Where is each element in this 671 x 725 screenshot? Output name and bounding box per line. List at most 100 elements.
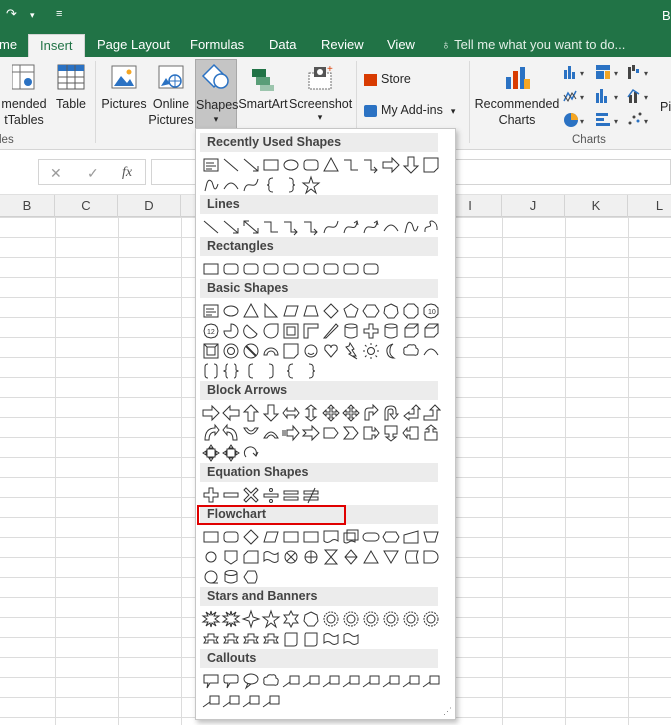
shape-leftbrace-icon[interactable] bbox=[281, 361, 301, 381]
shape-arrowline-icon[interactable] bbox=[241, 155, 261, 175]
shape-callline-icon[interactable] bbox=[401, 671, 421, 691]
shape-teardrop-icon[interactable] bbox=[261, 321, 281, 341]
shape-calloutR-icon[interactable] bbox=[361, 423, 381, 443]
shape-arcshape-icon[interactable] bbox=[421, 341, 441, 361]
shape-heart-icon[interactable] bbox=[321, 341, 341, 361]
shape-line-icon[interactable] bbox=[221, 155, 241, 175]
shape-elbowarrow-icon[interactable] bbox=[301, 217, 321, 237]
shape-notched-icon[interactable] bbox=[301, 423, 321, 443]
statistic-chart-icon[interactable]: ▾ bbox=[595, 87, 625, 108]
shape-diamond-icon[interactable] bbox=[241, 527, 261, 547]
shape-folded-icon[interactable] bbox=[281, 341, 301, 361]
shape-rrect-icon[interactable] bbox=[301, 259, 321, 279]
shape-striped-icon[interactable] bbox=[281, 423, 301, 443]
shape-scroll-icon[interactable] bbox=[301, 629, 321, 649]
shape-chev-icon[interactable] bbox=[341, 423, 361, 443]
tab-home[interactable]: me bbox=[0, 32, 17, 57]
shape-scroll-icon[interactable] bbox=[281, 629, 301, 649]
tab-insert[interactable]: Insert bbox=[28, 34, 85, 57]
shape-hept-icon[interactable] bbox=[381, 301, 401, 321]
shape-ribbon-icon[interactable] bbox=[221, 629, 241, 649]
column-header-d[interactable]: D bbox=[118, 195, 181, 217]
shape-donut-icon[interactable] bbox=[221, 341, 241, 361]
shape-leftup-icon[interactable] bbox=[401, 403, 421, 423]
shape-pent-icon[interactable] bbox=[341, 301, 361, 321]
shape-folded-icon[interactable] bbox=[421, 155, 441, 175]
shape-offpage-icon[interactable] bbox=[221, 547, 241, 567]
shape-calloval-icon[interactable] bbox=[241, 671, 261, 691]
shape-merge-icon[interactable] bbox=[381, 547, 401, 567]
shape-callround-icon[interactable] bbox=[221, 671, 241, 691]
tab-view[interactable]: View bbox=[387, 32, 415, 57]
shape-seal-icon[interactable] bbox=[381, 609, 401, 629]
shape-arrowD-icon[interactable] bbox=[401, 155, 421, 175]
shape-decagon-icon[interactable]: 10 bbox=[421, 301, 441, 321]
shape-cloud-icon[interactable] bbox=[261, 671, 281, 691]
shape-blockarc-icon[interactable] bbox=[261, 341, 281, 361]
shape-curve-icon[interactable] bbox=[321, 217, 341, 237]
shape-freeform-icon[interactable] bbox=[201, 175, 221, 195]
shape-curvedR-icon[interactable] bbox=[201, 423, 221, 443]
shape-minus-icon[interactable] bbox=[221, 485, 241, 505]
shape-rrect-icon[interactable] bbox=[221, 527, 241, 547]
shape-callline-icon[interactable] bbox=[221, 691, 241, 711]
column-header-b[interactable]: B bbox=[0, 195, 55, 217]
shape-para-icon[interactable] bbox=[281, 301, 301, 321]
shape-seal-icon[interactable] bbox=[421, 609, 441, 629]
shape-curvearrow-icon[interactable] bbox=[341, 217, 361, 237]
shape-ribbon-icon[interactable] bbox=[261, 629, 281, 649]
insert-function-button[interactable]: fx bbox=[122, 165, 132, 181]
shape-curve-icon[interactable] bbox=[241, 175, 261, 195]
shape-hept-icon[interactable] bbox=[301, 609, 321, 629]
recommended-pivottables-button[interactable]: mended tTables bbox=[0, 63, 52, 128]
my-addins-button[interactable]: My Add-ins ▾ bbox=[364, 102, 464, 119]
redo-dropdown-icon[interactable]: ▾ bbox=[30, 10, 35, 21]
shape-seal-icon[interactable] bbox=[401, 609, 421, 629]
shape-div-icon[interactable] bbox=[261, 485, 281, 505]
shape-callline-icon[interactable] bbox=[321, 671, 341, 691]
shape-burst-icon[interactable] bbox=[221, 609, 241, 629]
shape-rect-icon[interactable] bbox=[201, 527, 221, 547]
shape-magdisk-icon[interactable] bbox=[221, 567, 241, 587]
shape-callline-icon[interactable] bbox=[421, 671, 441, 691]
shape-calloutD-icon[interactable] bbox=[381, 423, 401, 443]
shape-elbowarrow-icon[interactable] bbox=[361, 155, 381, 175]
tab-page-layout[interactable]: Page Layout bbox=[97, 32, 170, 57]
line-chart-icon[interactable]: ▾ bbox=[563, 87, 593, 108]
shape-wave-icon[interactable] bbox=[341, 629, 361, 649]
shape-tri-icon[interactable] bbox=[321, 155, 341, 175]
shape-textbox-icon[interactable] bbox=[201, 301, 221, 321]
shape-rightbrace-icon[interactable] bbox=[301, 361, 321, 381]
shape-card-icon[interactable] bbox=[241, 547, 261, 567]
shape-oct-icon[interactable] bbox=[401, 301, 421, 321]
shape-quadcall-icon[interactable] bbox=[201, 443, 221, 463]
shape-pie-icon[interactable] bbox=[221, 321, 241, 341]
shape-manualin-icon[interactable] bbox=[401, 527, 421, 547]
shape-rrect-icon[interactable] bbox=[281, 259, 301, 279]
shape-curvearrow-icon[interactable] bbox=[361, 217, 381, 237]
redo-icon[interactable]: ↷ bbox=[6, 6, 17, 22]
shape-star5-icon[interactable] bbox=[261, 609, 281, 629]
shape-burst-icon[interactable] bbox=[201, 609, 221, 629]
shape-lightning-icon[interactable] bbox=[341, 341, 361, 361]
shape-wave-icon[interactable] bbox=[321, 629, 341, 649]
shape-bent-icon[interactable] bbox=[361, 403, 381, 423]
shape-star5-icon[interactable] bbox=[301, 175, 321, 195]
shape-rtri-icon[interactable] bbox=[261, 301, 281, 321]
shape-sumjunc-icon[interactable] bbox=[281, 547, 301, 567]
shape-circArrow-icon[interactable] bbox=[241, 443, 261, 463]
shape-arrowR-icon[interactable] bbox=[201, 403, 221, 423]
shape-lbracket-icon[interactable] bbox=[241, 361, 261, 381]
shape-leftbrace-icon[interactable] bbox=[261, 175, 281, 195]
shape-freeform-icon[interactable] bbox=[401, 217, 421, 237]
resize-grip-icon[interactable]: ⋰ bbox=[443, 706, 452, 717]
shape-rightbrace-icon[interactable] bbox=[281, 175, 301, 195]
column-header-c[interactable]: C bbox=[55, 195, 118, 217]
shape-rect-icon[interactable] bbox=[281, 527, 301, 547]
shape-para-icon[interactable] bbox=[261, 527, 281, 547]
shape-cube-icon[interactable] bbox=[401, 321, 421, 341]
shape-curvedU-icon[interactable] bbox=[241, 423, 261, 443]
smartart-button[interactable]: SmartArt bbox=[238, 63, 288, 112]
shape-arcshape-icon[interactable] bbox=[221, 175, 241, 195]
shape-callline-icon[interactable] bbox=[361, 671, 381, 691]
